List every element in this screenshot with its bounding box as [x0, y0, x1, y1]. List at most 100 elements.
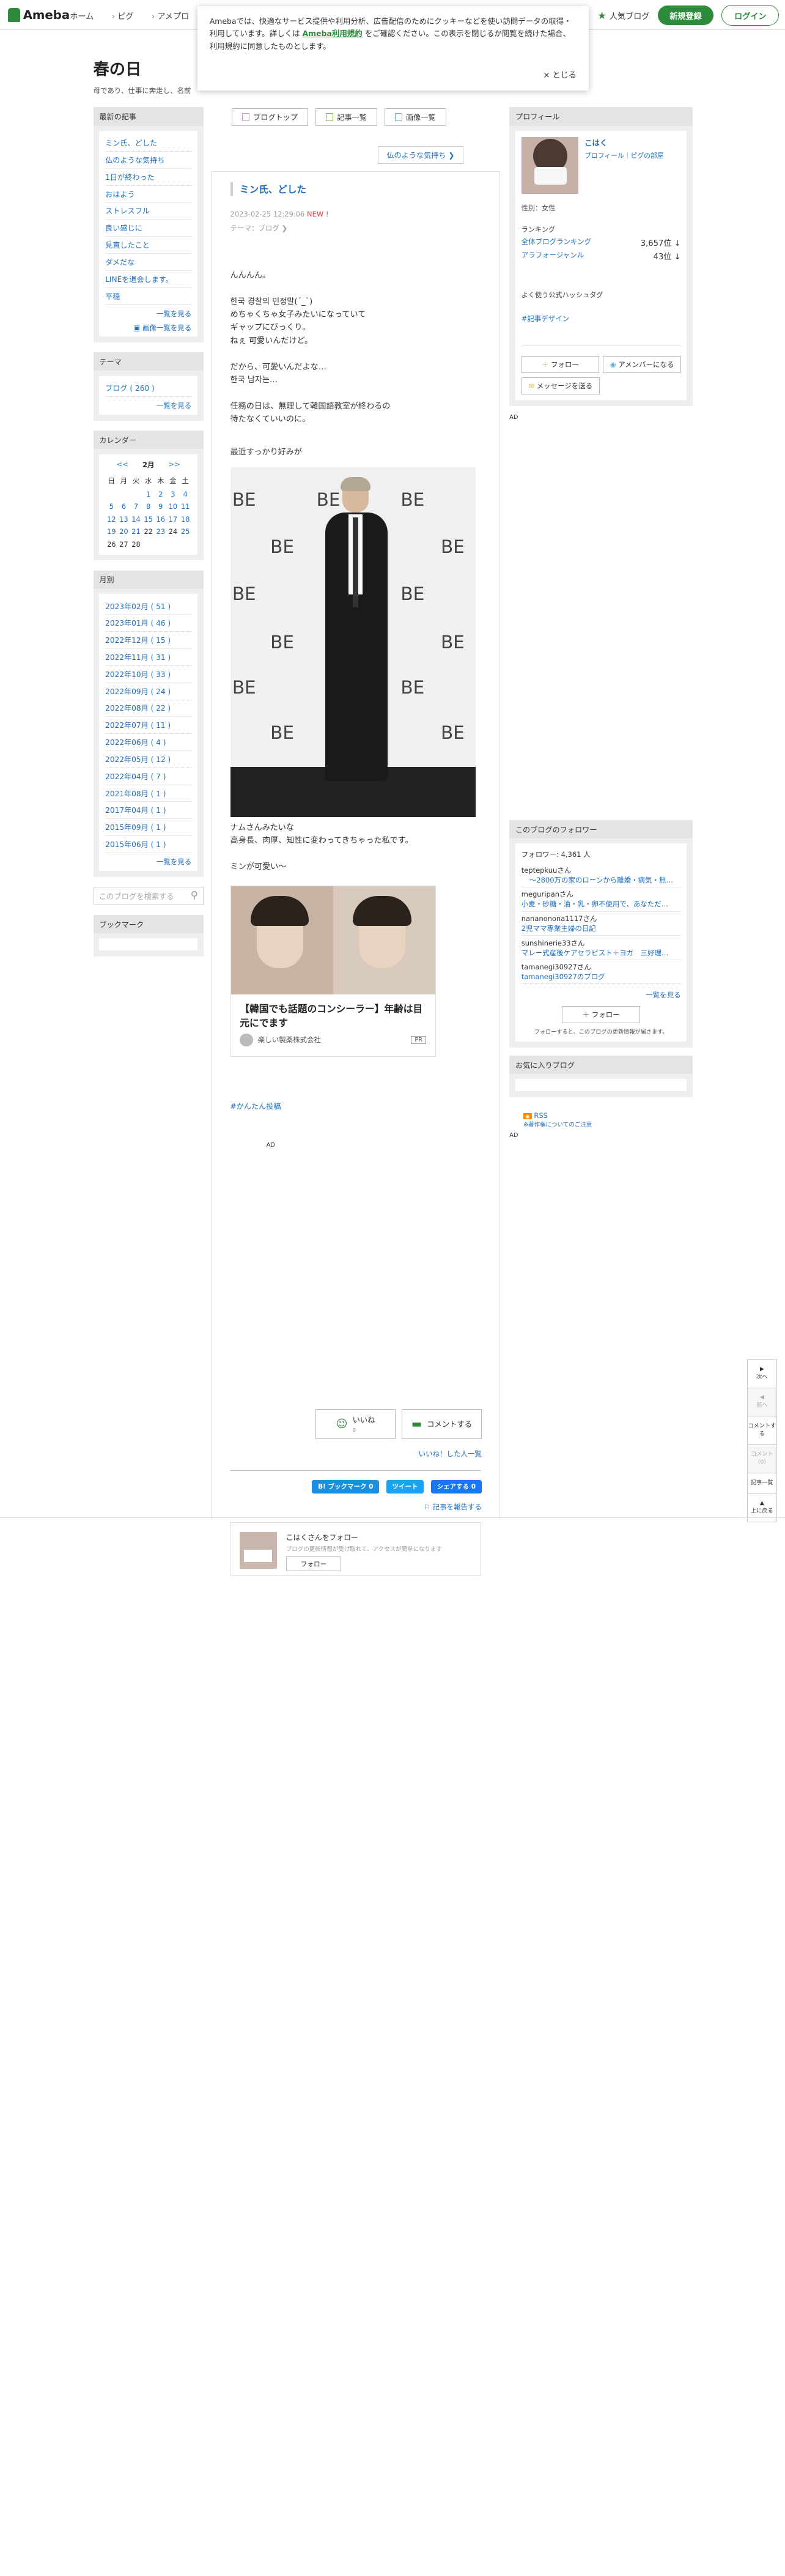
- cal-day[interactable]: 3: [167, 487, 179, 500]
- cal-day[interactable]: 16: [155, 513, 167, 525]
- calendar-prev[interactable]: <<: [117, 460, 128, 470]
- image-list-link[interactable]: ▣ 画像一覧を見る: [105, 319, 191, 333]
- cal-day[interactable]: 11: [179, 500, 191, 513]
- tab-image-list[interactable]: 画像一覧: [384, 108, 446, 126]
- comment-nav-button[interactable]: コメントする: [747, 1416, 776, 1445]
- follower-item[interactable]: meguripanさん 小麦・砂糖・油・乳・卵不使用で、あなただ…: [521, 887, 681, 912]
- tab-post-list[interactable]: 記事一覧: [315, 108, 378, 126]
- month-item[interactable]: 2015年09月 ( 1 ): [105, 819, 192, 837]
- copyright-link[interactable]: ※著作権についてのご注意: [523, 1120, 693, 1128]
- article-title[interactable]: ミン氏、どした: [230, 182, 482, 196]
- follow-cta-button[interactable]: フォロー: [286, 1556, 342, 1571]
- follower-item[interactable]: nananonona1117さん 2児ママ専業主婦の日記: [521, 912, 681, 936]
- nav-amepro[interactable]: アメプロ: [152, 10, 189, 21]
- terms-link[interactable]: Ameba利用規約: [303, 29, 363, 38]
- like-list-link[interactable]: いいね！した人一覧: [419, 1449, 482, 1459]
- cal-day[interactable]: 9: [155, 500, 167, 513]
- cal-day[interactable]: 17: [167, 513, 179, 525]
- cal-day[interactable]: 7: [130, 500, 142, 513]
- profile-hashtag[interactable]: #記事デザイン: [521, 314, 681, 346]
- ameba-logo[interactable]: Ameba: [8, 8, 70, 22]
- month-item[interactable]: 2022年06月 ( 4 ): [105, 734, 192, 751]
- month-item[interactable]: 2022年10月 ( 33 ): [105, 666, 192, 683]
- ranking-row[interactable]: アラフォージャンル 43位 ↓: [521, 250, 681, 262]
- recent-post-item[interactable]: 仏のような気持ち: [105, 152, 192, 169]
- article-theme[interactable]: テーマ：ブログ ❯: [230, 223, 482, 233]
- tweet-button[interactable]: ツイート: [386, 1479, 424, 1493]
- post-list-button[interactable]: 記事一覧: [747, 1473, 776, 1494]
- calendar-next[interactable]: >>: [168, 460, 180, 470]
- blog-title[interactable]: 春の日: [94, 56, 191, 80]
- follow-button-2[interactable]: ＋ フォロー: [562, 1006, 641, 1023]
- recent-post-item[interactable]: おはよう: [105, 186, 192, 203]
- article-photo[interactable]: BE BE BE BE BE BE BE BE BE BE BE BE BE: [230, 467, 476, 818]
- tab-blog-top[interactable]: ブログトップ: [231, 108, 309, 126]
- comment-button[interactable]: ▬ コメントする: [401, 1408, 482, 1439]
- month-item[interactable]: 2022年08月 ( 22 ): [105, 700, 192, 717]
- facebook-share-button[interactable]: シェアする 0: [430, 1479, 482, 1493]
- month-item[interactable]: 2022年04月 ( 7 ): [105, 768, 192, 785]
- cal-day[interactable]: 1: [142, 487, 155, 500]
- profile-name[interactable]: こはく: [584, 137, 664, 148]
- cal-day[interactable]: 15: [142, 513, 155, 525]
- cal-day[interactable]: 13: [117, 513, 130, 525]
- article-hashtag[interactable]: #かんたん投稿: [230, 1101, 482, 1111]
- cookie-close-button[interactable]: × とじる: [544, 69, 577, 83]
- recent-more-link[interactable]: 一覧を見る: [105, 305, 191, 319]
- recent-post-item[interactable]: ストレスフル: [105, 203, 192, 220]
- recent-post-item[interactable]: 良い感じに: [105, 220, 192, 237]
- message-button[interactable]: ✉ メッセージを送る: [521, 377, 600, 394]
- follower-item[interactable]: teptepkuuさん 〜2800万の家のローンから離婚・病気・無…: [521, 864, 681, 888]
- month-item[interactable]: 2023年01月 ( 46 ): [105, 615, 192, 632]
- recent-post-item[interactable]: ダメだな: [105, 254, 192, 271]
- cal-day[interactable]: 20: [117, 525, 130, 538]
- cal-day[interactable]: 2: [155, 487, 167, 500]
- cal-day[interactable]: 25: [179, 525, 191, 538]
- month-item[interactable]: 2022年11月 ( 31 ): [105, 649, 192, 666]
- cal-day[interactable]: 10: [167, 500, 179, 513]
- month-item[interactable]: 2021年08月 ( 1 ): [105, 785, 192, 802]
- recent-post-item[interactable]: LINEを退会します。: [105, 271, 192, 288]
- month-item[interactable]: 2023年02月 ( 51 ): [105, 598, 192, 615]
- amember-button[interactable]: ◉ アメンバーになる: [603, 356, 681, 374]
- cal-day[interactable]: 18: [179, 513, 191, 525]
- month-item[interactable]: 2015年06月 ( 1 ): [105, 836, 192, 853]
- theme-item[interactable]: ブログ ( 260 ): [105, 380, 192, 397]
- profile-links[interactable]: プロフィール｜ピグの部屋: [584, 150, 664, 160]
- theme-more-link[interactable]: 一覧を見る: [105, 397, 191, 411]
- cal-day[interactable]: 19: [105, 525, 117, 538]
- popular-blog-link[interactable]: ★ 人気ブログ: [597, 10, 649, 21]
- cal-day[interactable]: 12: [105, 513, 117, 525]
- nav-home[interactable]: ホーム: [64, 10, 94, 21]
- ranking-row[interactable]: 全体ブログランキング 3,657位 ↓: [521, 237, 681, 248]
- login-button[interactable]: ログイン: [721, 5, 779, 26]
- follower-item[interactable]: sunshinerie33さん マレー式産後ケアセラピスト＋ヨガ 三好理…: [521, 936, 681, 960]
- rss-link[interactable]: ◉ RSS: [523, 1111, 693, 1120]
- month-item[interactable]: 2017年04月 ( 1 ): [105, 802, 192, 820]
- next-post-button[interactable]: 仏のような気持ち ❯: [378, 146, 463, 165]
- cal-day[interactable]: 21: [130, 525, 142, 538]
- cal-day[interactable]: 8: [142, 500, 155, 513]
- cal-day[interactable]: 6: [117, 500, 130, 513]
- blog-search-input[interactable]: このブログを検索する: [93, 887, 204, 905]
- nav-pigg[interactable]: ピグ: [112, 10, 133, 21]
- hatena-bookmark-button[interactable]: B! ブックマーク 0: [312, 1479, 380, 1493]
- like-button[interactable]: ☺ いいね 0: [315, 1408, 396, 1439]
- cal-day[interactable]: 5: [105, 500, 117, 513]
- cal-day[interactable]: 23: [155, 525, 167, 538]
- cal-day[interactable]: 14: [130, 513, 142, 525]
- monthly-more-link[interactable]: 一覧を見る: [105, 853, 191, 867]
- follow-button[interactable]: ＋ フォロー: [521, 356, 599, 374]
- recent-post-item[interactable]: 1日が終わった: [105, 169, 192, 186]
- month-item[interactable]: 2022年05月 ( 12 ): [105, 751, 192, 768]
- register-button[interactable]: 新規登録: [657, 6, 714, 26]
- profile-picture[interactable]: [521, 136, 579, 194]
- month-item[interactable]: 2022年12月 ( 15 ): [105, 632, 192, 650]
- recent-post-item[interactable]: 見直したこと: [105, 237, 192, 254]
- sponsored-ad[interactable]: 【韓国でも話題のコンシーラー】年齢は目元にでます 楽しい製薬株式会社 PR: [230, 885, 436, 1057]
- cal-day[interactable]: 4: [179, 487, 191, 500]
- follower-item[interactable]: tamanegi30927さん tamanegi30927のブログ: [521, 960, 681, 985]
- recent-post-item[interactable]: 平穏: [105, 288, 192, 305]
- month-item[interactable]: 2022年07月 ( 11 ): [105, 717, 192, 735]
- month-item[interactable]: 2022年09月 ( 24 ): [105, 683, 192, 700]
